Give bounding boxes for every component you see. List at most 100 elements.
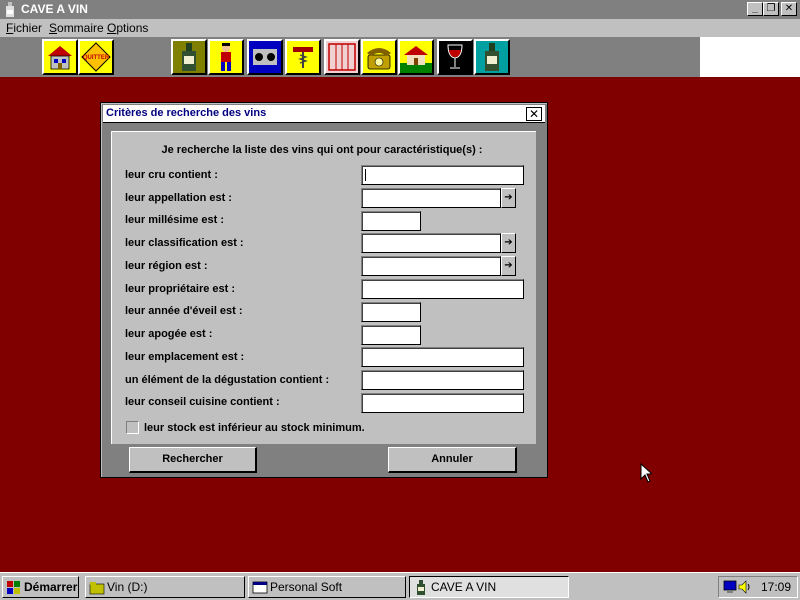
wine-bottle-icon [417, 580, 425, 595]
close-icon: ✕ [528, 107, 540, 121]
emplacement-label: leur emplacement est : [125, 351, 245, 363]
restore-button[interactable]: ❐ [763, 2, 779, 16]
emplacement-input[interactable] [361, 347, 524, 367]
windows-logo-icon [7, 581, 20, 594]
restore-icon: ❐ [766, 3, 776, 14]
menu-sommaire-accel: S [49, 21, 58, 35]
search-button[interactable]: Rechercher [129, 447, 257, 473]
wine-glass-icon [447, 44, 463, 69]
millesime-input[interactable] [361, 211, 421, 231]
folder-icon [89, 582, 105, 595]
arrow-right-icon: ➔ [504, 237, 513, 248]
millesime-label: leur millésime est : [125, 214, 225, 226]
minimize-icon: _ [752, 3, 758, 14]
menu-sommaire[interactable]: Sommaire [49, 21, 104, 35]
home-button[interactable] [42, 39, 78, 75]
telephone-icon [367, 48, 391, 70]
region-lookup-button[interactable]: ➔ [501, 256, 516, 276]
window-titlebar[interactable]: CAVE A VIN _ ❐ ✕ [0, 0, 800, 19]
menu-fichier-label: ichier [13, 21, 43, 35]
dialog-titlebar[interactable]: Critères de recherche des vins ✕ [103, 105, 545, 123]
conseil-cuisine-label: leur conseil cuisine contient : [125, 396, 280, 408]
task-cave-a-vin[interactable]: CAVE A VIN [409, 576, 569, 598]
bottle-label-icon [476, 41, 508, 73]
system-tray: 17:09 [718, 576, 798, 598]
task-vin-d[interactable]: Vin (D:) [85, 576, 245, 598]
toolbar: QUITTER [0, 37, 700, 77]
monitor-icon[interactable] [723, 580, 737, 594]
house-icon [48, 46, 72, 70]
task-personal-soft[interactable]: Personal Soft [248, 576, 406, 598]
task-personal-soft-label: Personal Soft [270, 580, 343, 594]
criteria-panel: Je recherche la liste des vins qui ont p… [111, 131, 536, 444]
search-criteria-dialog: Critères de recherche des vins ✕ Je rech… [100, 102, 548, 478]
mouse-cursor-icon [640, 463, 652, 483]
window-icon [252, 581, 268, 594]
apogee-label: leur apogée est : [125, 328, 213, 340]
annee-eveil-input[interactable] [361, 302, 421, 322]
quit-button[interactable]: QUITTER [78, 39, 114, 75]
cancel-button[interactable]: Annuler [388, 447, 517, 473]
degustation-label: un élément de la dégustation contient : [125, 374, 330, 386]
bottles-button[interactable] [171, 39, 207, 75]
menu-fichier[interactable]: Fichier [6, 21, 42, 35]
proprietaire-label: leur propriétaire est : [125, 283, 236, 295]
cru-label: leur cru contient : [125, 169, 218, 181]
arrow-right-icon: ➔ [504, 192, 513, 203]
owner-button[interactable] [208, 39, 244, 75]
classification-label: leur classification est : [125, 237, 244, 249]
taskbar: Démarrer Vin (D:) Personal Soft CAVE A V… [0, 572, 800, 600]
quitter-sign-icon: QUITTER [81, 42, 111, 72]
speaker-icon[interactable] [738, 580, 752, 594]
cellar-icon [249, 41, 281, 73]
stock-minimum-checkbox[interactable] [126, 421, 139, 434]
appellation-label: leur appellation est : [125, 192, 232, 204]
dialog-title: Critères de recherche des vins [106, 107, 267, 119]
appellation-lookup-button[interactable]: ➔ [501, 188, 516, 208]
start-button[interactable]: Démarrer [2, 576, 79, 598]
shelf-button[interactable] [324, 39, 360, 75]
region-label: leur région est : [125, 260, 208, 272]
window-title: CAVE A VIN [21, 2, 88, 16]
corkscrew-icon [293, 47, 313, 68]
classification-lookup-button[interactable]: ➔ [501, 233, 516, 253]
wine-bottle-icon [6, 2, 14, 17]
menu-options-label: ptions [116, 21, 149, 35]
chateau-button[interactable] [398, 39, 434, 75]
dialog-close-button[interactable]: ✕ [526, 107, 542, 121]
cru-input[interactable] [361, 165, 524, 185]
person-icon [221, 43, 231, 71]
menu-options-accel: O [107, 21, 117, 35]
menu-bar: Fichier Sommaire Options [0, 19, 800, 37]
region-input[interactable] [361, 256, 501, 276]
start-label: Démarrer [24, 580, 78, 594]
close-icon: ✕ [784, 3, 794, 14]
classification-input[interactable] [361, 233, 501, 253]
task-cave-a-vin-label: CAVE A VIN [431, 580, 497, 594]
phone-button[interactable] [361, 39, 397, 75]
shelf-icon [326, 41, 358, 73]
svg-text:QUITTER: QUITTER [83, 55, 110, 61]
wine-bottle-icon [173, 41, 205, 73]
task-vin-d-label: Vin (D:) [107, 580, 148, 594]
conseil-cuisine-input[interactable] [361, 393, 524, 413]
toolbar-blank-area [700, 37, 800, 77]
corkscrew-button[interactable] [285, 39, 321, 75]
degustation-input[interactable] [361, 370, 524, 390]
stock-minimum-label: leur stock est inférieur au stock minimu… [144, 422, 365, 434]
appellation-input[interactable] [361, 188, 501, 208]
annee-eveil-label: leur année d'éveil est : [125, 305, 243, 317]
menu-options[interactable]: Options [107, 21, 148, 35]
clock: 17:09 [760, 580, 791, 594]
close-button[interactable]: ✕ [781, 2, 797, 16]
menu-sommaire-label: ommaire [57, 21, 104, 35]
apogee-input[interactable] [361, 325, 421, 345]
arrow-right-icon: ➔ [504, 260, 513, 271]
label-button[interactable] [474, 39, 510, 75]
minimize-button[interactable]: _ [747, 2, 763, 16]
dialog-intro-text: Je recherche la liste des vins qui ont p… [161, 144, 483, 156]
proprietaire-input[interactable] [361, 279, 524, 299]
tasting-button[interactable] [437, 39, 473, 75]
chateau-icon [400, 46, 432, 73]
cellar-button[interactable] [247, 39, 283, 75]
